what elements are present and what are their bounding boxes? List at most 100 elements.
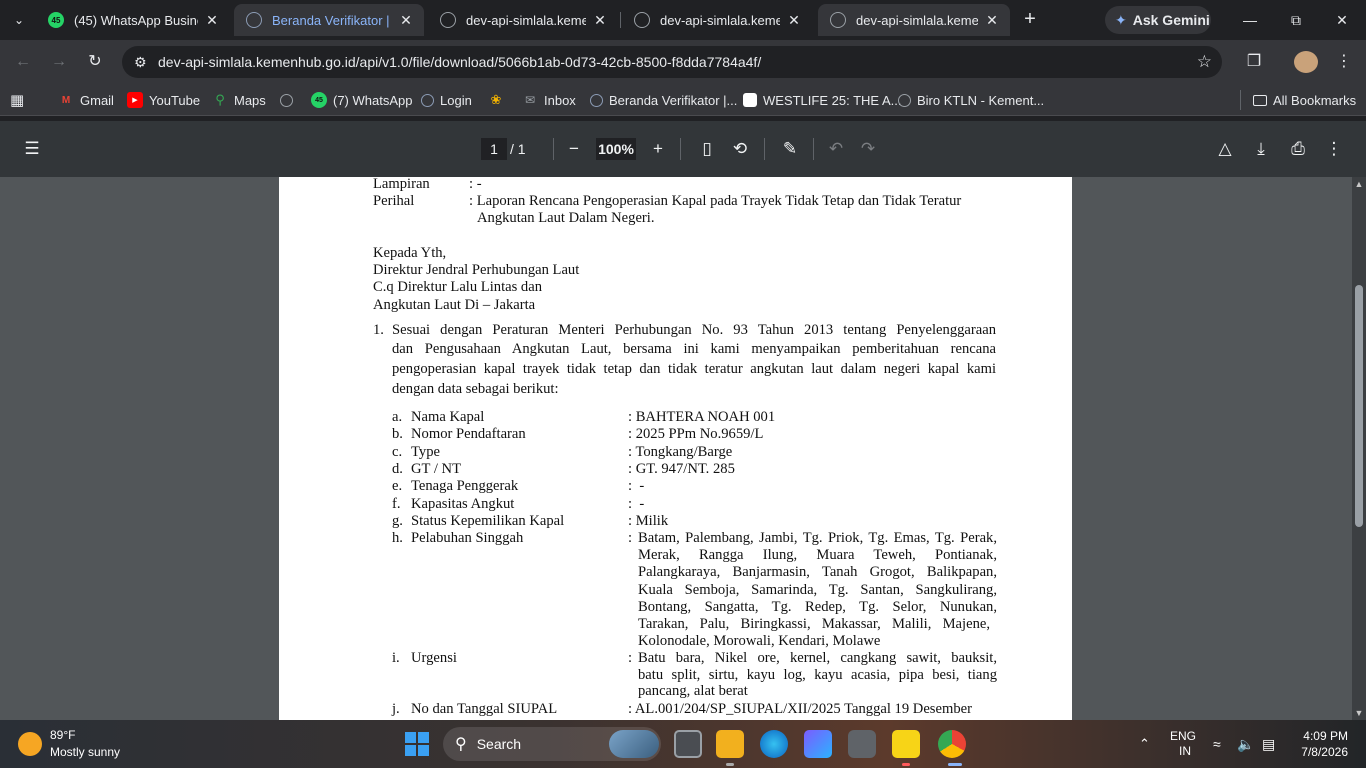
site-info-icon[interactable]: ⚙ (134, 54, 158, 71)
back-arrow-icon[interactable]: ← (11, 50, 35, 74)
pdf-page: Lampiran : - Perihal : Laporan Rencana P… (279, 176, 1072, 720)
bookmark-inbox[interactable]: ✉ Inbox (522, 90, 576, 110)
item-letter: e. (392, 478, 403, 494)
bookmark-youtube[interactable]: ▶ YouTube (127, 90, 200, 110)
edge-icon[interactable] (760, 730, 788, 758)
bookmark-label: YouTube (149, 92, 201, 108)
extensions-icon[interactable]: ❐ (1242, 50, 1266, 74)
bookmark-westlife[interactable]: WESTLIFE 25: THE A... (743, 90, 901, 110)
close-tab-icon[interactable]: ✕ (786, 12, 802, 29)
tab-beranda-verifikator[interactable]: Beranda Verifikator | Si ✕ (234, 4, 424, 36)
zoom-level-input[interactable]: 100% (596, 138, 636, 160)
tab-dev-api-1[interactable]: dev-api-simlala.kemenh ✕ (428, 4, 618, 36)
sun-weather-icon[interactable] (18, 732, 42, 756)
pdf-viewer[interactable]: Lampiran : - Perihal : Laporan Rencana P… (0, 176, 1366, 720)
camera-icon[interactable] (848, 730, 876, 758)
maps-icon: ⚲ (215, 92, 225, 107)
address-bar[interactable]: ⚙ dev-api-simlala.kemenhub.go.id/api/v1.… (122, 46, 1222, 78)
bookmark-maps[interactable]: ⚲ Maps (212, 90, 266, 110)
scroll-thumb[interactable] (1355, 285, 1363, 527)
annotate-pen-icon[interactable]: ✎ (779, 138, 801, 160)
apps-grid-icon[interactable]: ▦ (10, 90, 24, 110)
weather-temperature[interactable]: 89°F (50, 728, 75, 742)
url-text[interactable]: dev-api-simlala.kemenhub.go.id/api/v1.0/… (158, 54, 761, 70)
item-label: Type (411, 444, 440, 460)
close-tab-icon[interactable]: ✕ (984, 12, 1000, 29)
undo-icon[interactable]: ↶ (825, 138, 847, 160)
redo-icon[interactable]: ↷ (857, 138, 879, 160)
item-value: : - (628, 478, 645, 494)
close-window-icon[interactable]: ✕ (1320, 6, 1364, 34)
forward-arrow-icon[interactable]: → (47, 50, 71, 74)
youtube-icon: ▶ (127, 92, 143, 108)
cargo-line: Batu bara, Nikel ore, kernel, cangkang s… (638, 650, 997, 666)
volume-icon[interactable]: 🔈 (1237, 720, 1254, 768)
vertical-scrollbar[interactable]: ▲ ▼ (1352, 177, 1366, 720)
pdf-more-icon[interactable]: ⋮ (1323, 138, 1345, 160)
item-letter: i. (392, 650, 400, 666)
verifikator-icon (590, 93, 603, 107)
close-tab-icon[interactable]: ✕ (398, 12, 414, 29)
windows-start-icon[interactable] (405, 732, 429, 756)
item-letter: f. (392, 496, 401, 512)
more-menu-icon[interactable]: ⋮ (1332, 50, 1356, 74)
paragraph-line: dan Pengusahaan Angkutan Laut, bersama i… (392, 341, 996, 357)
sticky-notes-icon[interactable] (892, 730, 920, 758)
copilot-icon[interactable] (804, 730, 832, 758)
scroll-up-arrow-icon[interactable]: ▲ (1352, 179, 1366, 189)
rotate-icon[interactable]: ⟲ (729, 138, 751, 160)
whatsapp-business-icon: 45 (48, 12, 64, 28)
item-value: : 2025 PPm No.9659/L (628, 426, 764, 442)
zoom-out-icon[interactable]: − (563, 138, 585, 160)
print-icon[interactable]: ⎙ (1287, 138, 1309, 160)
bookmark-login[interactable]: Login (421, 90, 472, 110)
globe-icon (280, 93, 293, 107)
globe-icon (830, 12, 846, 28)
close-tab-icon[interactable]: ✕ (204, 12, 220, 29)
battery-icon[interactable]: ▤ (1262, 720, 1275, 768)
file-explorer-icon[interactable] (716, 730, 744, 758)
page-number-input[interactable]: 1 (481, 138, 507, 160)
item-value: : Tongkang/Barge (628, 444, 733, 460)
wifi-icon[interactable]: ≈ (1213, 720, 1221, 768)
bookmark-globe[interactable] (280, 90, 299, 110)
language-indicator[interactable]: ENG IN (1170, 720, 1196, 768)
tab-search-button[interactable]: ⌄ (6, 8, 32, 32)
all-bookmarks-button[interactable]: All Bookmarks (1240, 90, 1356, 110)
menu-hamburger-icon[interactable]: ☰ (21, 138, 43, 160)
tab-title: Beranda Verifikator | Si (272, 12, 392, 28)
download-icon[interactable]: ⤓ (1250, 138, 1272, 160)
reload-icon[interactable]: ↻ (83, 50, 107, 74)
item-letter: h. (392, 530, 403, 546)
item-label: No dan Tanggal SIUPAL (411, 701, 558, 717)
login-site-icon (421, 93, 434, 107)
tab-dev-api-3[interactable]: dev-api-simlala.kemenh ✕ (818, 4, 1010, 36)
bookmark-pinwheel[interactable]: ❀ (488, 90, 510, 110)
drive-save-icon[interactable]: △ (1214, 138, 1236, 160)
tab-dev-api-2[interactable]: dev-api-simlala.kemenh ✕ (622, 4, 812, 36)
taskbar-search[interactable]: ⚲ Search (443, 727, 661, 761)
zoom-in-icon[interactable]: + (647, 138, 669, 160)
task-view-icon[interactable] (674, 730, 702, 758)
globe-icon (246, 12, 262, 28)
bookmark-biro-ktln[interactable]: Biro KTLN - Kement... (898, 90, 1044, 110)
bookmark-gmail[interactable]: M Gmail (58, 90, 114, 110)
clock[interactable]: 4:09 PM 7/8/2026 (1298, 720, 1348, 768)
chrome-icon[interactable] (938, 730, 966, 758)
fit-page-icon[interactable]: ▯ (696, 138, 718, 160)
item-letter: g. (392, 513, 403, 529)
tab-whatsapp-business[interactable]: 45 (45) WhatsApp Business ✕ (36, 4, 230, 36)
minimize-icon[interactable]: — (1228, 6, 1272, 34)
restore-icon[interactable]: ⧉ (1274, 6, 1318, 34)
profile-avatar[interactable] (1294, 51, 1318, 73)
ask-gemini-button[interactable]: ✦ Ask Gemini (1105, 6, 1211, 34)
bookmark-beranda-verifikator[interactable]: Beranda Verifikator |... (590, 90, 737, 110)
lampiran-label: Lampiran (373, 176, 430, 192)
scroll-down-arrow-icon[interactable]: ▼ (1352, 708, 1366, 718)
weather-description[interactable]: Mostly sunny (50, 745, 120, 759)
bookmark-whatsapp[interactable]: 45 (7) WhatsApp (311, 90, 412, 110)
bookmark-star-icon[interactable]: ☆ (1197, 52, 1212, 72)
show-hidden-icons-icon[interactable]: ⌃ (1139, 720, 1150, 768)
close-tab-icon[interactable]: ✕ (592, 12, 608, 29)
new-tab-button[interactable]: + (1018, 8, 1042, 32)
